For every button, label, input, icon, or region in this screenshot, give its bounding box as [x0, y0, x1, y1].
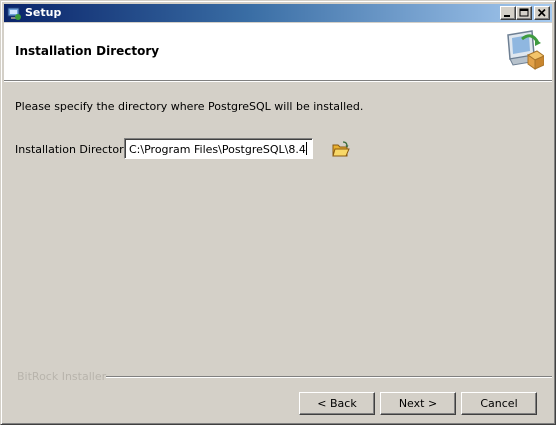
maximize-icon — [519, 8, 529, 17]
minimize-icon — [504, 15, 510, 17]
back-button[interactable]: < Back — [299, 392, 375, 415]
title-bar[interactable]: Setup — [4, 4, 552, 22]
close-button[interactable] — [534, 6, 550, 20]
cancel-button[interactable]: Cancel — [461, 392, 537, 415]
text-caret — [305, 142, 307, 155]
browse-folder-button[interactable] — [331, 140, 351, 158]
minimize-button[interactable] — [500, 6, 516, 20]
next-button[interactable]: Next > — [380, 392, 456, 415]
folder-open-icon — [332, 141, 350, 157]
close-icon — [537, 8, 546, 17]
page-header: Installation Directory — [4, 23, 552, 80]
installer-brand: BitRock Installer — [17, 370, 107, 383]
computer-install-icon — [504, 29, 546, 73]
header-divider — [4, 80, 552, 82]
window-title: Setup — [25, 6, 62, 19]
installation-directory-value: C:\Program Files\PostgreSQL\8.4 — [129, 143, 306, 156]
instruction-text: Please specify the directory where Postg… — [15, 100, 364, 113]
maximize-button[interactable] — [516, 6, 532, 20]
setup-app-icon — [6, 5, 22, 21]
footer-divider — [106, 376, 552, 378]
setup-window: Setup Installation Directory Please spec… — [0, 0, 556, 425]
installation-directory-label: Installation Directory — [15, 143, 131, 156]
page-title: Installation Directory — [15, 44, 160, 58]
installation-directory-input[interactable]: C:\Program Files\PostgreSQL\8.4 — [124, 138, 313, 159]
